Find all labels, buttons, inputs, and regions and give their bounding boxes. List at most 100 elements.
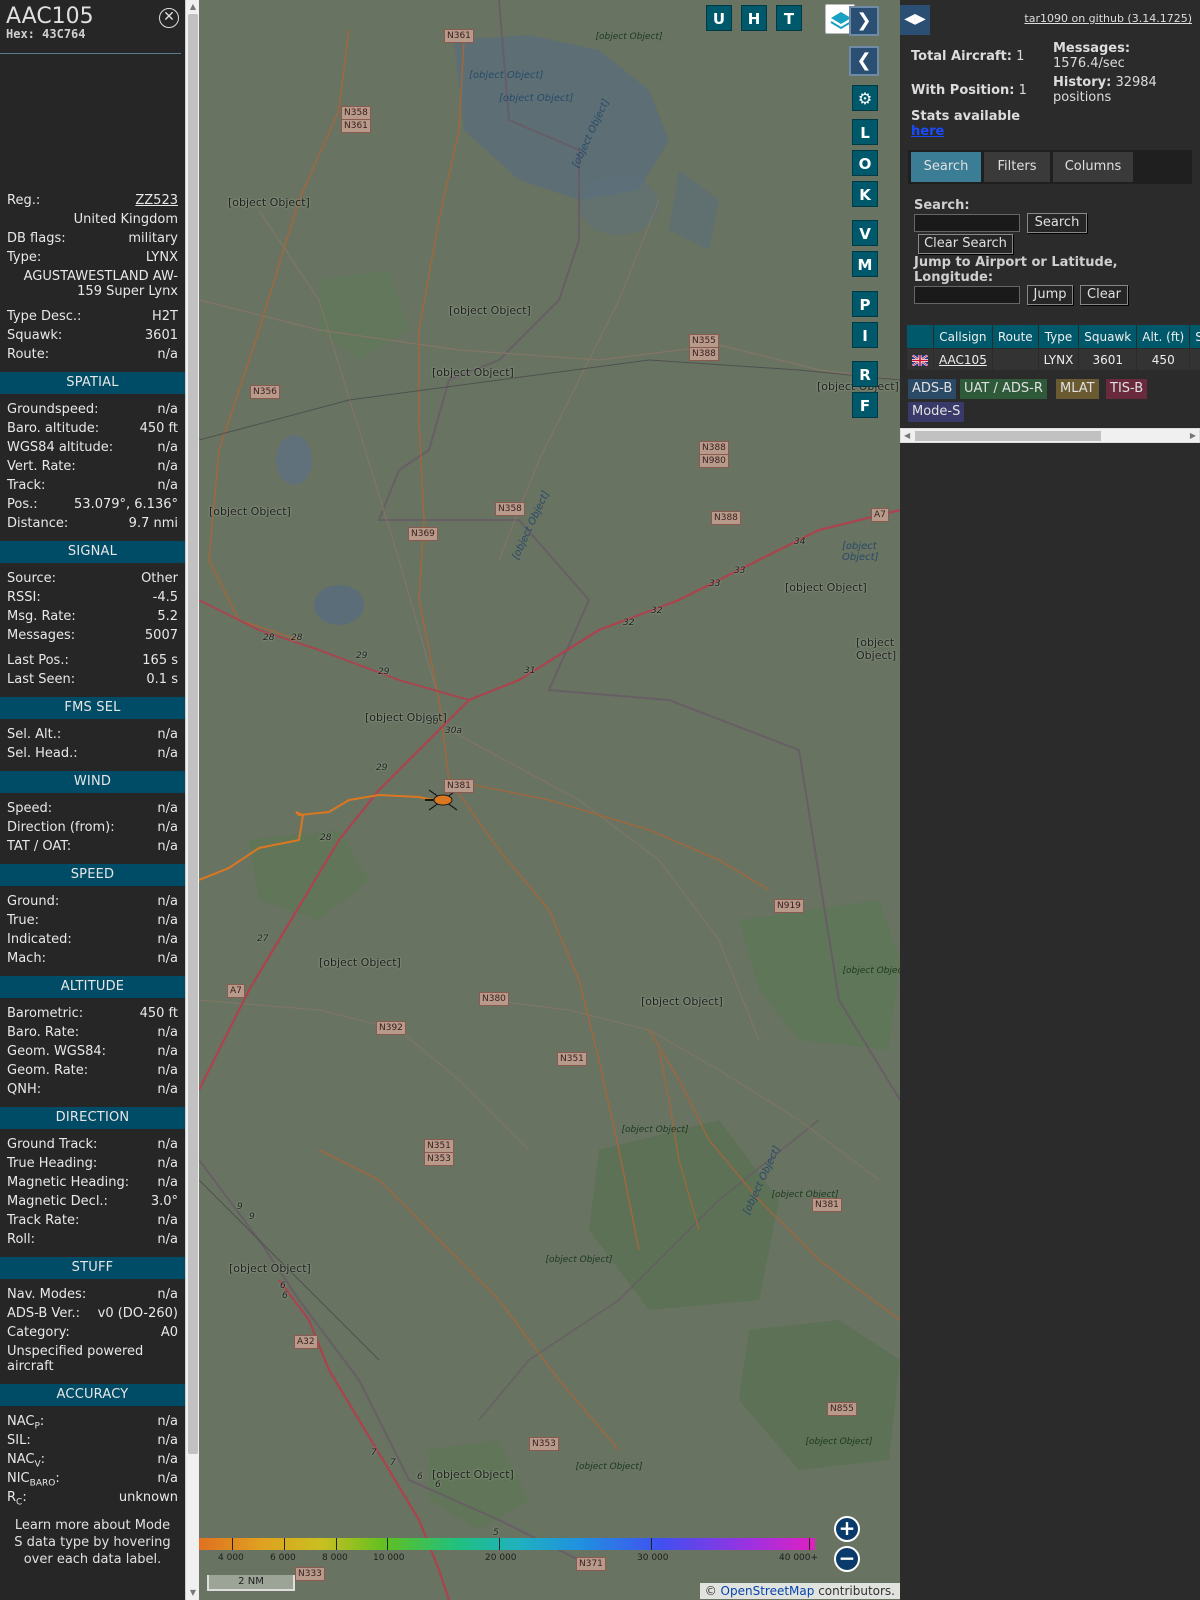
info-value: n/a (157, 478, 178, 493)
signal-row: Msg. Rate: 5.2 (0, 607, 185, 626)
info-value: military (128, 231, 178, 246)
forest-label: [object Object] (545, 1255, 613, 1265)
colorbar-label: 20 000 (485, 1553, 517, 1563)
column-header-type[interactable]: Type (1037, 324, 1080, 349)
road-number-label: A7 (871, 508, 889, 522)
expand-collapse-icon[interactable]: ◀▶ (900, 5, 930, 35)
registration-link[interactable]: ZZ523 (135, 191, 178, 210)
search-button[interactable]: Search (1027, 213, 1087, 233)
info-label: Speed: (7, 801, 53, 816)
info-value: Other (141, 571, 178, 586)
map-view[interactable]: [object Object] [object Object] [object Ob… (199, 0, 900, 1600)
column-header-callsign[interactable]: Callsign (933, 324, 993, 349)
map-button-u[interactable]: U (706, 5, 732, 31)
map-toggle-button[interactable]: K (852, 181, 878, 207)
road-number-label: N351 (424, 1139, 454, 1153)
scale-bar: 2 NM (207, 1575, 295, 1591)
altitude-row: Barometric: 450 ft (0, 1004, 185, 1023)
info-label: Messages: (7, 628, 76, 643)
info-value: n/a (157, 440, 178, 455)
column-header-altitude[interactable]: Alt. (ft) (1136, 324, 1191, 349)
map-toggle-button[interactable]: F (852, 392, 878, 418)
tab-filters[interactable]: Filters (984, 152, 1050, 182)
source-legend-chip[interactable]: TIS-B (1106, 379, 1148, 399)
column-header-speed[interactable]: Spd. (1189, 324, 1200, 349)
jump-input[interactable] (914, 286, 1020, 304)
clear-jump-button[interactable]: Clear (1080, 285, 1128, 305)
stats-link[interactable]: here (911, 124, 944, 139)
gear-icon[interactable]: ⚙ (852, 85, 878, 111)
road-number-label: N381 (812, 1198, 842, 1212)
info-value: n/a (157, 347, 178, 362)
source-legend-chip[interactable]: Mode-S (908, 402, 965, 422)
sidebar-scrollbar[interactable]: ▲ ▼ (185, 0, 199, 1600)
close-icon[interactable]: ✕ (159, 8, 179, 28)
kilometer-marker: 34 (794, 537, 806, 547)
info-label: Sel. Alt.: (7, 727, 62, 742)
history-count: History: 32984 positions (1053, 75, 1157, 105)
colorbar-tick (336, 1538, 337, 1550)
source-legend-chip[interactable]: MLAT (1056, 379, 1099, 399)
map-toggle-button[interactable]: I (852, 322, 878, 348)
road-number-label: A7 (227, 984, 245, 998)
road-number-label: N392 (376, 1021, 406, 1035)
info-row-nacp: NACP: n/a (7, 1414, 178, 1432)
section-signal: SIGNAL (0, 541, 185, 563)
map-toggle-button[interactable]: L (852, 119, 878, 145)
scroll-down-icon[interactable]: ▼ (186, 1586, 200, 1600)
map-button-t[interactable]: T (776, 5, 802, 31)
map-toggle-button[interactable]: R (852, 361, 878, 387)
clear-search-button[interactable]: Clear Search (918, 234, 1013, 254)
speed-row: Ground: n/a (0, 892, 185, 911)
zoom-in-icon[interactable]: + (834, 1516, 860, 1542)
source-legend-chip[interactable]: ADS-B (908, 379, 957, 399)
info-label: Last Pos.: (7, 653, 69, 668)
road-number-label: N333 (295, 1567, 325, 1581)
info-label: Distance: (7, 516, 69, 531)
category-description: Unspecified powered aircraft (7, 1344, 144, 1374)
search-input[interactable] (914, 214, 1020, 232)
column-header-squawk[interactable]: Squawk (1078, 324, 1138, 349)
osm-link[interactable]: OpenStreetMap (721, 1584, 815, 1598)
colorbar-tick (284, 1538, 285, 1550)
table-row[interactable]: AAC105 LYNX 3601 450 (906, 348, 1200, 371)
horizontal-scroll-thumb[interactable] (915, 431, 1101, 441)
github-link[interactable]: tar1090 on github (3.14.1725) (1024, 12, 1192, 25)
place-label: [object Object] (319, 956, 401, 969)
scroll-up-icon[interactable]: ▲ (186, 0, 200, 14)
map-toggle-button[interactable]: V (852, 220, 878, 246)
chevron-right-icon[interactable]: ❯ (849, 6, 879, 36)
place-label: [object Object] (856, 636, 897, 662)
colorbar-label: 40 000+ (779, 1553, 819, 1563)
search-label: Search: (914, 198, 970, 213)
map-toggle-button[interactable]: M (852, 251, 878, 277)
info-label: Direction (from): (7, 820, 115, 835)
zoom-out-icon[interactable]: − (834, 1546, 860, 1572)
scroll-left-icon[interactable]: ◀ (904, 429, 910, 443)
speed-row: Mach: n/a (0, 949, 185, 968)
jump-button[interactable]: Jump (1027, 285, 1073, 305)
column-header-flag[interactable] (906, 324, 934, 349)
uk-flag-icon (906, 348, 934, 371)
map-toggle-button[interactable]: O (852, 150, 878, 176)
info-label: True: (7, 913, 39, 928)
source-legend-chip[interactable]: UAT / ADS-R (960, 379, 1047, 399)
map-button-h[interactable]: H (741, 5, 767, 31)
info-value: n/a (157, 1213, 178, 1228)
sidebar-scroll-thumb[interactable] (188, 14, 198, 1454)
road-number-label: N358 (341, 106, 371, 120)
section-speed: SPEED (0, 864, 185, 886)
map-toggle-button[interactable]: P (852, 291, 878, 317)
wind-row: Speed: n/a (0, 799, 185, 818)
info-label: Ground: (7, 894, 60, 909)
tab-columns[interactable]: Columns (1053, 152, 1133, 182)
row-callsign[interactable]: AAC105 (933, 348, 993, 371)
info-label: DB flags: (7, 231, 66, 246)
kilometer-marker: 27 (257, 934, 269, 944)
chevron-left-icon[interactable]: ❮ (849, 46, 879, 76)
info-value: n/a (157, 1082, 178, 1097)
column-header-route[interactable]: Route (991, 324, 1039, 349)
tab-search[interactable]: Search (911, 152, 981, 182)
table-horizontal-scrollbar[interactable]: ◀ ▶ (900, 428, 1200, 443)
scroll-right-icon[interactable]: ▶ (1190, 429, 1196, 443)
